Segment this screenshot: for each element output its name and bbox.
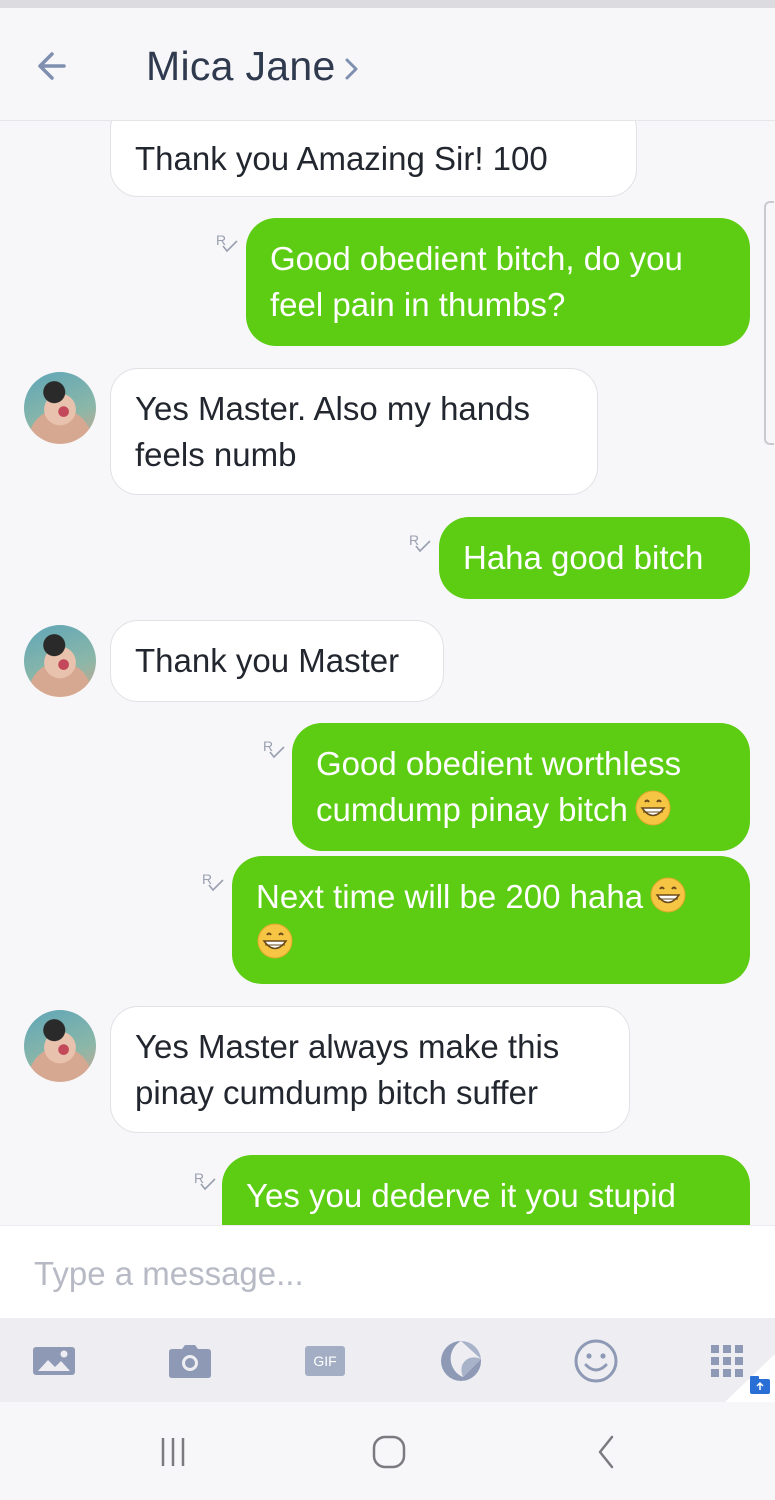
emoji-button[interactable]: [573, 1338, 619, 1384]
gallery-button[interactable]: [31, 1338, 77, 1384]
message-text: Thank you Master: [135, 642, 400, 679]
message-text-line: feels numb: [135, 435, 297, 473]
message-text-line: Good obedient bitch, do you: [270, 240, 683, 277]
page-title: Mica Jane: [146, 43, 336, 89]
arrow-left-icon: [38, 52, 66, 80]
home-button[interactable]: [364, 1430, 414, 1474]
gif-label: GIF: [313, 1353, 337, 1369]
grinning-emoji-icon: [650, 877, 686, 913]
recent-apps-button[interactable]: [148, 1430, 198, 1474]
grinning-emoji-icon: [635, 790, 671, 826]
message-bubble-outgoing[interactable]: Haha good bitch: [439, 517, 750, 599]
svg-text:R: R: [194, 1170, 204, 1186]
status-bar-strip: [0, 0, 775, 8]
message-bubble-incoming[interactable]: Thank you Amazing Sir! 100: [110, 121, 637, 197]
svg-text:R: R: [202, 871, 212, 887]
contact-name-link[interactable]: Mica Jane: [146, 40, 360, 95]
message-input[interactable]: [32, 1248, 736, 1300]
image-icon: [33, 1347, 75, 1375]
system-back-button[interactable]: [582, 1430, 632, 1474]
gif-button[interactable]: GIF: [302, 1338, 348, 1384]
message-bubble-outgoing[interactable]: Good obedient bitch, do you feel pain in…: [246, 218, 750, 346]
contact-avatar[interactable]: [24, 625, 96, 697]
camera-button[interactable]: [167, 1338, 213, 1384]
message-bubble-outgoing[interactable]: Yes you dederve it you stupid: [222, 1155, 750, 1225]
message-text: Yes you dederve it you stupid: [246, 1177, 676, 1214]
message-bubble-outgoing[interactable]: Next time will be 200 haha: [232, 856, 750, 984]
sticker-icon: [441, 1340, 481, 1381]
message-text-line: Yes Master always make this: [135, 1027, 560, 1065]
chevron-left-icon: [598, 1435, 614, 1469]
read-receipt-icon: R: [409, 532, 431, 553]
message-text: Haha good bitch: [463, 539, 704, 576]
sticker-button[interactable]: [438, 1338, 484, 1384]
message-text-line: Yes Master. Also my hands: [135, 389, 530, 427]
message-bubble-incoming[interactable]: Thank you Master: [110, 620, 444, 702]
folder-badge-icon: [725, 1354, 775, 1402]
message-text-line: cumdump pinay bitch: [316, 791, 628, 828]
svg-text:R: R: [263, 738, 273, 754]
chat-header: Mica Jane: [0, 8, 775, 121]
message-list[interactable]: Thank you Amazing Sir! 100 R Good obedie…: [0, 121, 775, 1225]
scroll-indicator[interactable]: [764, 201, 774, 445]
svg-text:R: R: [216, 232, 226, 248]
read-receipt-icon: R: [202, 871, 224, 892]
message-text-line: Good obedient worthless: [316, 745, 682, 782]
message-text-line: Next time will be 200 haha: [256, 878, 644, 915]
recent-apps-icon: [161, 1438, 185, 1466]
message-text-line: pinay cumdump bitch suffer: [135, 1073, 538, 1111]
contact-avatar[interactable]: [24, 1010, 96, 1082]
smiley-icon: [574, 1339, 618, 1383]
back-button[interactable]: [28, 44, 84, 88]
system-navigation-bar: [0, 1402, 775, 1500]
chevron-right-icon: [344, 43, 360, 95]
message-composer: [0, 1225, 775, 1319]
read-receipt-icon: R: [194, 1170, 216, 1191]
gif-icon: GIF: [305, 1346, 345, 1376]
grinning-emoji-icon: [257, 923, 293, 959]
message-bubble-outgoing[interactable]: Good obedient worthless cumdump pinay bi…: [292, 723, 750, 851]
read-receipt-icon: R: [263, 738, 285, 759]
contact-avatar[interactable]: [24, 372, 96, 444]
camera-icon: [169, 1345, 211, 1378]
message-text: Thank you Amazing Sir! 100: [135, 140, 548, 177]
attachment-toolbar: GIF: [0, 1318, 775, 1402]
read-receipt-icon: R: [216, 232, 238, 253]
message-text-line: feel pain in thumbs?: [270, 286, 566, 323]
svg-text:R: R: [409, 532, 419, 548]
home-icon: [372, 1435, 406, 1469]
message-bubble-incoming[interactable]: Yes Master. Also my hands feels numb: [110, 368, 598, 495]
message-bubble-incoming[interactable]: Yes Master always make this pinay cumdum…: [110, 1006, 630, 1133]
